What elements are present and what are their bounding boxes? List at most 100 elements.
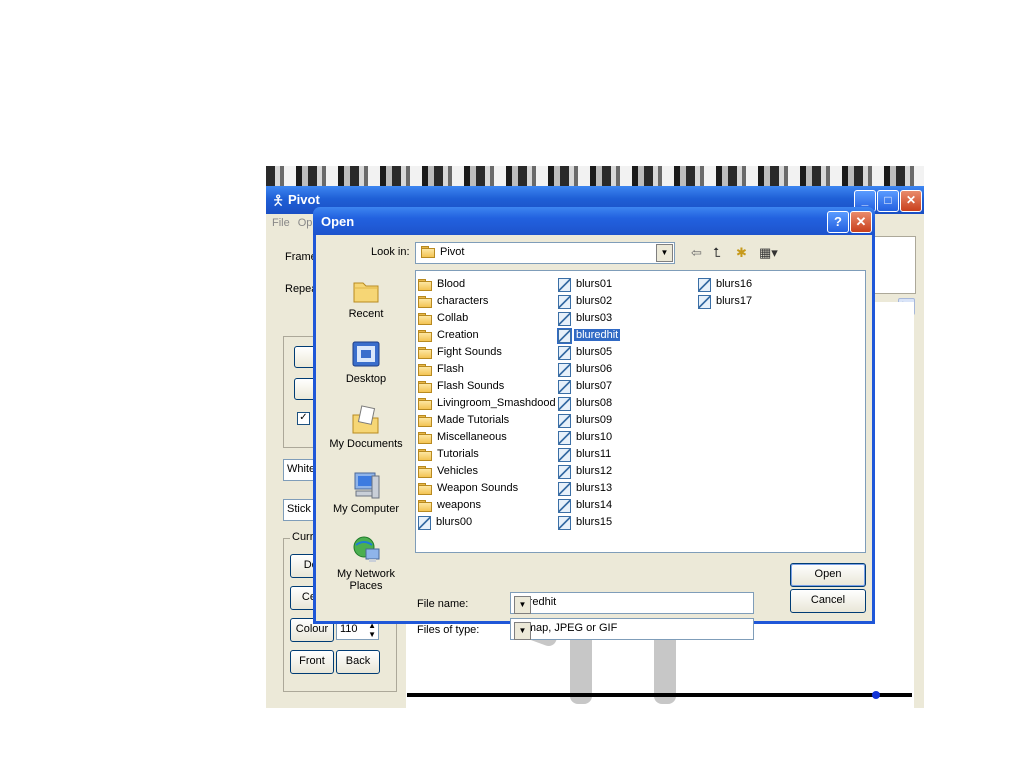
file-item[interactable]: blurs03 (558, 310, 620, 327)
item-name: bluredhit (574, 329, 621, 341)
folder-item[interactable]: Vehicles (418, 463, 558, 480)
place-my-documents[interactable]: My Documents (321, 405, 411, 450)
item-name: Fight Sounds (437, 346, 502, 358)
colour-value: 110 (340, 623, 358, 635)
folder-icon (418, 500, 432, 512)
help-button[interactable]: ? (827, 211, 849, 233)
file-item[interactable]: blurs07 (558, 378, 620, 395)
place-desktop[interactable]: Desktop (321, 340, 411, 385)
menu-options[interactable]: Op (298, 217, 313, 229)
file-item[interactable]: blurs00 (418, 514, 558, 531)
file-item[interactable]: bluredhit (557, 327, 621, 344)
item-name: blurs02 (576, 295, 613, 307)
folder-item[interactable]: Weapon Sounds (418, 480, 558, 497)
item-name: blurs11 (576, 448, 612, 460)
maximize-button[interactable]: □ (877, 190, 899, 212)
item-name: Miscellaneous (437, 431, 507, 443)
look-in-value: Pivot (440, 246, 465, 258)
background-image-strip (266, 166, 924, 186)
folder-item[interactable]: characters (418, 293, 558, 310)
back-button[interactable]: Back (336, 650, 380, 674)
image-file-icon (558, 464, 571, 479)
place-recent[interactable]: Recent (321, 275, 411, 320)
file-item[interactable]: blurs01 (558, 276, 620, 293)
place-my-computer[interactable]: My Computer (321, 470, 411, 515)
chevron-down-icon[interactable]: ▼ (656, 244, 673, 262)
file-item[interactable]: blurs15 (558, 514, 620, 531)
file-item[interactable]: blurs13 (558, 480, 620, 497)
dialog-title-bar: Open ? ✕ (313, 207, 875, 235)
image-file-icon (558, 362, 571, 377)
file-item[interactable]: blurs16 (698, 276, 754, 293)
dialog-close-button[interactable]: ✕ (850, 211, 872, 233)
my-documents-icon (350, 405, 382, 435)
new-folder-icon[interactable]: ✱ (736, 245, 747, 261)
image-file-icon (558, 481, 571, 496)
file-item[interactable]: blurs06 (558, 361, 620, 378)
item-name: characters (437, 295, 489, 307)
file-item[interactable]: blurs12 (558, 463, 620, 480)
folder-item[interactable]: Tutorials (418, 446, 558, 463)
chevron-down-icon[interactable]: ▼ (514, 622, 531, 640)
folder-icon (418, 398, 432, 410)
back-arrow-icon[interactable]: ⇦ (691, 245, 702, 261)
folder-item[interactable]: Flash (418, 361, 558, 378)
folder-item[interactable]: Livingroom_Smashdood (418, 395, 558, 412)
cancel-button[interactable]: Cancel (790, 589, 866, 613)
image-file-icon (698, 277, 711, 292)
image-file-icon (557, 327, 572, 344)
option-checkbox[interactable]: ✓ (297, 412, 310, 425)
folder-item[interactable]: weapons (418, 497, 558, 514)
chevron-down-icon[interactable]: ▼ (514, 596, 531, 614)
file-item[interactable]: blurs09 (558, 412, 620, 429)
file-item[interactable]: blurs10 (558, 429, 620, 446)
image-file-icon (558, 294, 571, 309)
front-button[interactable]: Front (290, 650, 334, 674)
folder-icon (418, 296, 432, 308)
file-item[interactable]: blurs02 (558, 293, 620, 310)
folder-item[interactable]: Miscellaneous (418, 429, 558, 446)
file-item[interactable]: blurs17 (698, 293, 754, 310)
file-column-1: Blood characters Collab Creation Fight Sound… (418, 276, 558, 531)
item-name: Blood (437, 278, 466, 290)
file-item[interactable]: blurs11 (558, 446, 620, 463)
folder-icon (418, 364, 432, 376)
file-item[interactable]: blurs14 (558, 497, 620, 514)
place-my-network-places[interactable]: My Network Places (321, 535, 411, 592)
pivot-close-button[interactable]: ✕ (900, 190, 922, 212)
folder-icon (418, 483, 432, 495)
look-in-dropdown[interactable]: Pivot ▼ (415, 242, 675, 264)
item-name: blurs09 (576, 414, 613, 426)
folder-icon (418, 466, 432, 478)
folder-item[interactable]: Blood (418, 276, 558, 293)
file-item[interactable]: blurs05 (558, 344, 620, 361)
folder-item[interactable]: Creation (418, 327, 558, 344)
file-item[interactable]: blurs08 (558, 395, 620, 412)
place-desktop-label: Desktop (345, 373, 387, 385)
joint-handle[interactable] (872, 691, 880, 699)
view-menu-icon[interactable]: ▦▾ (759, 245, 778, 261)
item-name: Livingroom_Smashdood (437, 397, 556, 409)
image-file-icon (558, 396, 571, 411)
file-list[interactable]: Blood characters Collab Creation Fight Sound… (415, 270, 866, 553)
folder-icon (418, 330, 432, 342)
pivot-title: Pivot (288, 192, 320, 207)
menu-file[interactable]: File (272, 217, 290, 229)
file-column-2: blurs01 blurs02 blurs03 bluredhit blurs05 blu… (557, 276, 621, 531)
item-name: blurs15 (576, 516, 613, 528)
open-button[interactable]: Open (790, 563, 866, 587)
folder-item[interactable]: Collab (418, 310, 558, 327)
item-name: blurs06 (576, 363, 613, 375)
item-name: blurs13 (576, 482, 613, 494)
up-folder-icon[interactable]: ⮤ (713, 245, 721, 261)
image-file-icon (558, 345, 571, 360)
folder-item[interactable]: Fight Sounds (418, 344, 558, 361)
file-name-field[interactable]: bluredhit ▼ (510, 592, 754, 614)
item-name: Made Tutorials (437, 414, 510, 426)
folder-icon (418, 279, 432, 291)
files-of-type-dropdown[interactable]: Bitmap, JPEG or GIF ▼ (510, 618, 754, 640)
folder-item[interactable]: Flash Sounds (418, 378, 558, 395)
folder-item[interactable]: Made Tutorials (418, 412, 558, 429)
item-name: blurs14 (576, 499, 613, 511)
dialog-title: Open (321, 214, 355, 229)
